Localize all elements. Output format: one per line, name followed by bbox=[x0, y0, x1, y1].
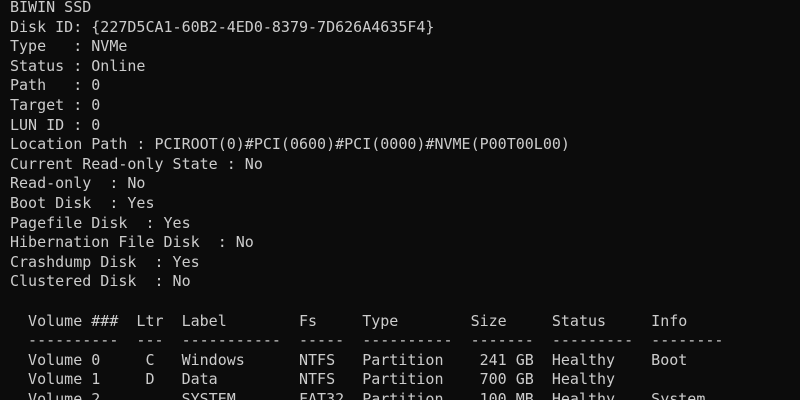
disk-pagefile-line: Pagefile Disk : Yes bbox=[10, 213, 191, 232]
volume-table-header: Volume ### Ltr Label Fs Type Size Status… bbox=[10, 311, 688, 330]
volume-table-row: Volume 0 C Windows NTFS Partition 241 GB… bbox=[10, 350, 688, 369]
disk-status-line: Status : Online bbox=[10, 56, 146, 75]
disk-crashdump-line: Crashdump Disk : Yes bbox=[10, 252, 200, 271]
disk-lun-id-line: LUN ID : 0 bbox=[10, 115, 101, 134]
console-output: BIWIN SSD Disk ID: {227D5CA1-60B2-4ED0-8… bbox=[10, 0, 723, 400]
console-window[interactable]: BIWIN SSD Disk ID: {227D5CA1-60B2-4ED0-8… bbox=[0, 0, 800, 400]
volume-table-separator: ---------- --- ----------- ----- -------… bbox=[10, 331, 724, 350]
disk-clustered-line: Clustered Disk : No bbox=[10, 272, 191, 291]
disk-read-only-line: Read-only : No bbox=[10, 174, 146, 193]
disk-model-line: BIWIN SSD bbox=[10, 0, 92, 16]
volume-table-row: Volume 1 D Data NTFS Partition 700 GB He… bbox=[10, 370, 616, 389]
disk-boot-line: Boot Disk : Yes bbox=[10, 193, 155, 212]
volume-table-row: Volume 2 SYSTEM FAT32 Partition 100 MB H… bbox=[10, 389, 706, 400]
disk-type-line: Type : NVMe bbox=[10, 37, 128, 56]
disk-target-line: Target : 0 bbox=[10, 95, 101, 114]
disk-path-line: Path : 0 bbox=[10, 76, 101, 95]
disk-current-read-only-line: Current Read-only State : No bbox=[10, 154, 263, 173]
disk-hibernation-line: Hibernation File Disk : No bbox=[10, 233, 254, 252]
disk-location-path-line: Location Path : PCIROOT(0)#PCI(0600)#PCI… bbox=[10, 135, 570, 154]
disk-id-line: Disk ID: {227D5CA1-60B2-4ED0-8379-7D626A… bbox=[10, 17, 435, 36]
